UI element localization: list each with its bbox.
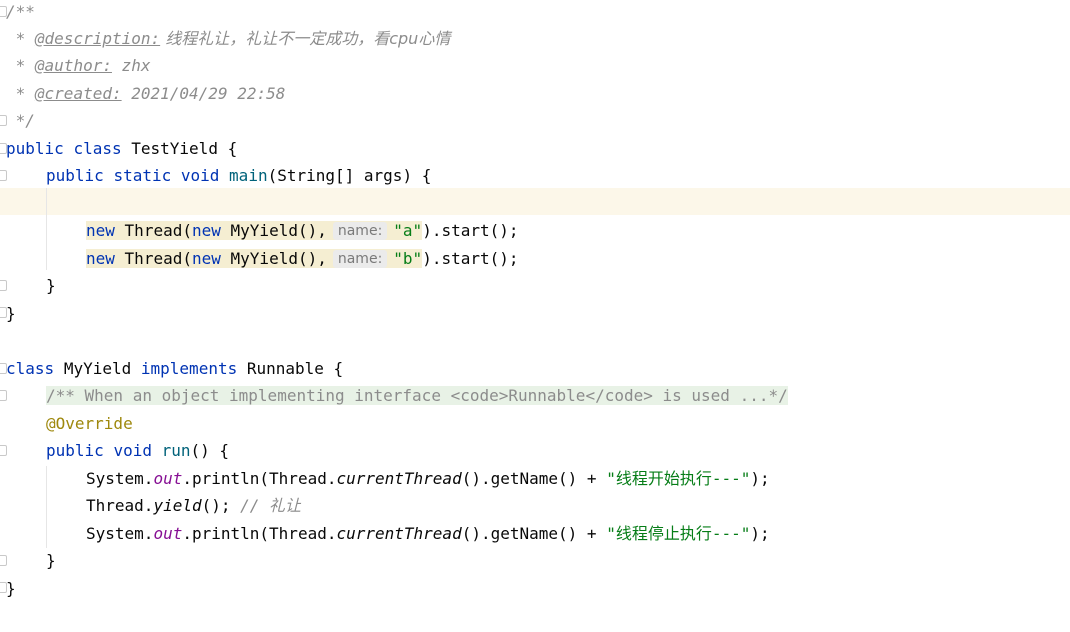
- code-line: @Override: [46, 414, 133, 433]
- code-line: }: [6, 579, 16, 598]
- code-line: class MyYield implements Runnable {: [6, 359, 344, 378]
- code-line: }: [46, 276, 56, 295]
- code-line: new Thread(new MyYield(), name: "b").start…: [86, 249, 519, 268]
- code-line: Thread.yield(); // 礼让: [86, 496, 302, 515]
- code-line: System.out.println(Thread.currentThread(…: [86, 469, 770, 488]
- fold-marker[interactable]: [0, 280, 7, 291]
- fold-marker[interactable]: [0, 555, 7, 566]
- fold-marker[interactable]: [0, 445, 7, 456]
- code-line: * @author: zhx: [6, 56, 151, 75]
- code-line: * @description: 线程礼让，礼让不一定成功，看cpu心情: [6, 29, 451, 48]
- fold-marker[interactable]: [0, 170, 7, 181]
- fold-marker[interactable]: [0, 390, 7, 401]
- indent-guide: [46, 188, 47, 270]
- code-line: /**: [6, 2, 35, 21]
- code-line: }: [6, 304, 16, 323]
- parameter-hint: name:: [332, 222, 388, 240]
- code-line: System.out.println(Thread.currentThread(…: [86, 524, 770, 543]
- code-line: }: [46, 551, 56, 570]
- current-line-highlight: [0, 188, 1070, 215]
- code-line: */: [6, 111, 35, 130]
- code-line: /** When an object implementing interfac…: [46, 382, 788, 409]
- code-line: public class TestYield {: [6, 139, 238, 158]
- code-line: * @created: 2021/04/29 22:58: [6, 84, 286, 103]
- parameter-hint: name:: [332, 250, 388, 268]
- code-line: public static void main(String[] args) {: [46, 166, 432, 185]
- indent-guide: [46, 466, 47, 548]
- folded-doc-comment[interactable]: /** When an object implementing interfac…: [46, 386, 788, 405]
- code-line: public void run() {: [46, 441, 230, 460]
- code-line: new Thread(new MyYield(), name: "a").start…: [86, 221, 519, 240]
